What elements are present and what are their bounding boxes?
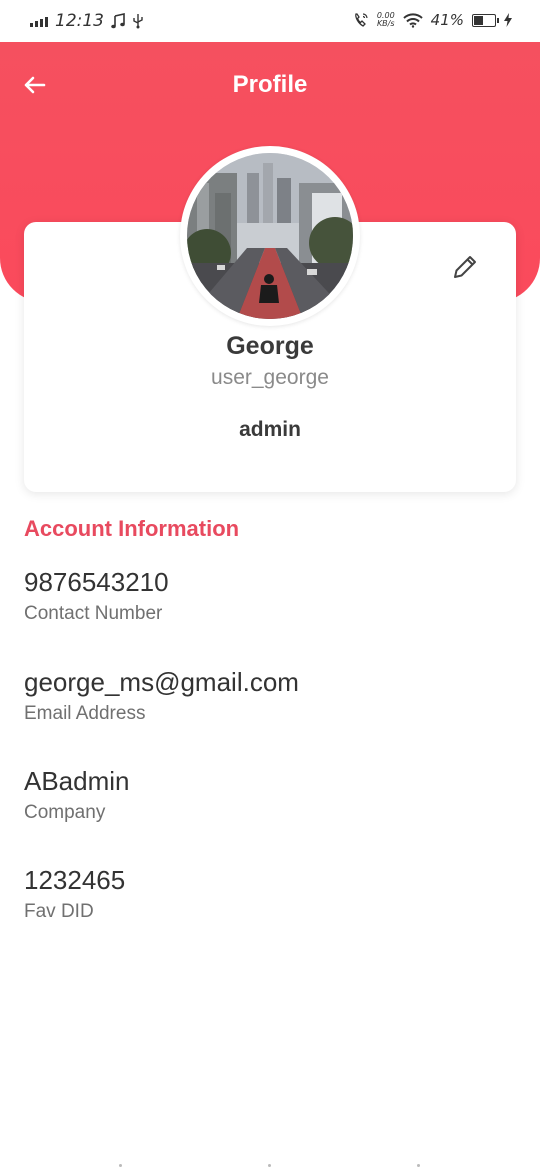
profile-name: George <box>226 332 314 360</box>
avatar-photo <box>187 153 353 319</box>
info-value: ABadmin <box>24 766 130 796</box>
status-bar: 12:13 0.00 KB/s 41% <box>0 0 540 42</box>
navigation-gesture-dots <box>0 1164 540 1170</box>
info-label: Fav DID <box>24 901 94 922</box>
info-item-contact-number[interactable]: 9876543210 Contact Number <box>24 566 514 626</box>
info-label: Company <box>24 802 106 823</box>
pencil-icon <box>454 256 476 278</box>
info-item-company[interactable]: ABadmin Company <box>24 765 514 825</box>
avatar[interactable] <box>180 146 360 326</box>
info-label: Contact Number <box>24 603 163 624</box>
usb-icon <box>133 14 143 29</box>
battery-percent: 41% <box>430 11 464 29</box>
cellular-signal-icon <box>30 15 48 27</box>
info-value: 1232465 <box>24 865 126 895</box>
wifi-calling-icon <box>355 13 368 27</box>
info-value: george_ms@gmail.com <box>24 667 299 697</box>
section-title-account-information: Account Information <box>24 516 240 541</box>
info-label: Email Address <box>24 703 146 724</box>
music-icon <box>111 13 125 29</box>
info-item-email-address[interactable]: george_ms@gmail.com Email Address <box>24 666 514 726</box>
wifi-icon <box>402 12 423 28</box>
profile-username: user_george <box>211 366 329 389</box>
info-value: 9876543210 <box>24 567 169 597</box>
status-time: 12:13 <box>55 11 104 31</box>
edit-profile-button[interactable] <box>450 252 480 282</box>
network-speed: 0.00 KB/s <box>376 11 395 28</box>
info-item-fav-did[interactable]: 1232465 Fav DID <box>24 864 514 924</box>
page-title: Profile <box>232 71 308 98</box>
profile-role: admin <box>239 418 301 441</box>
charging-icon <box>504 13 512 27</box>
battery-icon <box>472 13 499 27</box>
